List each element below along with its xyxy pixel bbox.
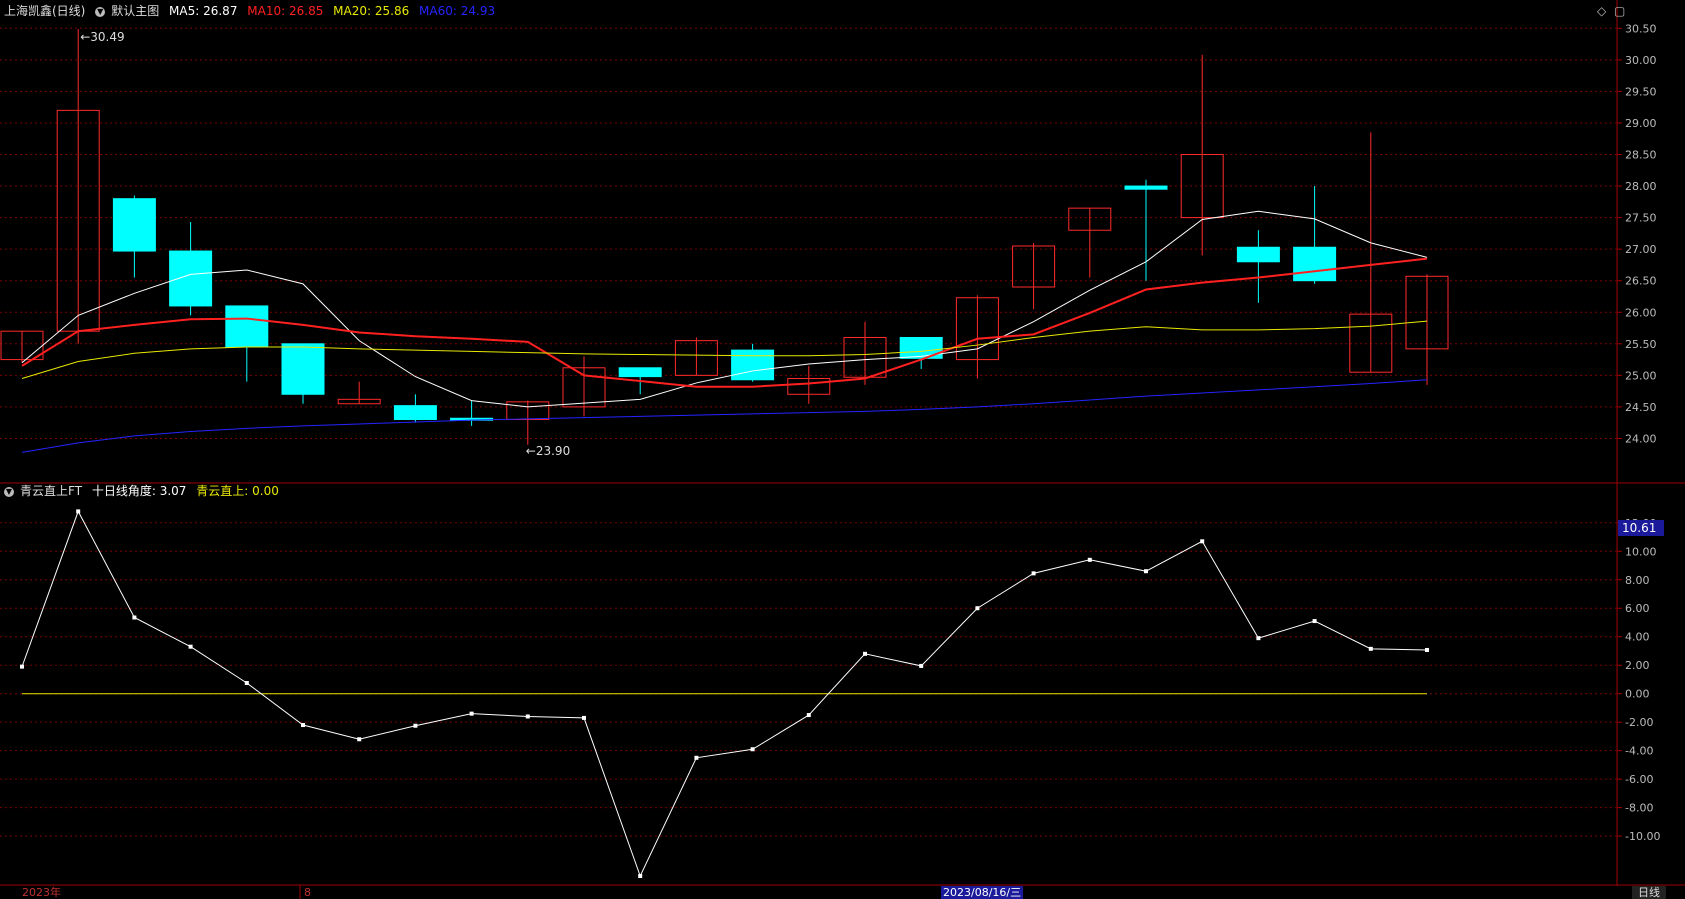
angle-point [413, 723, 418, 728]
candle-body [281, 343, 325, 395]
diamond-icon[interactable]: ◇ [1597, 4, 1606, 18]
angle-point [188, 644, 193, 649]
angle-point [1312, 619, 1317, 624]
angle-point [975, 606, 980, 611]
ma5-label: MA5: 26.87 [169, 4, 238, 18]
angle-point [1031, 571, 1036, 576]
indicator-tick-label: -10.00 [1625, 830, 1660, 843]
candle-body [1236, 246, 1280, 263]
ma60-label: MA60: 24.93 [419, 4, 496, 18]
chart-stage[interactable]: 24.00 24.50 25.00 25.50 26.00 26.50 27.00 27.50… [0, 0, 1685, 899]
high-price-label: ←30.49 [80, 30, 124, 44]
candle-body [112, 198, 156, 252]
dropdown-icon[interactable]: ▼ [95, 6, 106, 17]
angle-point [1144, 569, 1148, 574]
indicator-tick-label: 0.00 [1625, 688, 1650, 701]
angle-point [694, 755, 699, 760]
indicator-tick-label: -4.00 [1625, 745, 1653, 758]
ma20-label: MA20: 25.86 [333, 4, 410, 18]
indicator-tick-label: -6.00 [1625, 773, 1653, 786]
price-tick-label: 26.00 [1625, 306, 1657, 319]
angle-point [750, 747, 755, 752]
price-tick-label: 29.00 [1625, 117, 1657, 130]
indicator-tick-label: -8.00 [1625, 802, 1653, 815]
candle-body [169, 250, 213, 307]
price-tick-label: 27.00 [1625, 243, 1657, 256]
angle-point [20, 664, 24, 669]
angle-point [806, 713, 811, 718]
angle-point [582, 715, 586, 720]
signal-label: 青云直上: 0.00 [196, 484, 279, 498]
ma60-line [21, 379, 1428, 453]
maximize-icon[interactable]: ▢ [1614, 4, 1625, 18]
indicator-value-text: 10.61 [1622, 521, 1656, 535]
angle-point [1087, 557, 1092, 562]
price-tick-label: 27.50 [1625, 212, 1657, 225]
main-chart-header: 上海凯鑫(日线) ▼ 默认主图 MA5: 26.87 MA10: 26.85 MA… [4, 4, 501, 18]
candle-body [393, 405, 437, 421]
angle-point [244, 681, 249, 686]
indicator-tick-label: 8.00 [1625, 574, 1650, 587]
indicator-tick-label: 2.00 [1625, 659, 1650, 672]
template-name[interactable]: 默认主图 [111, 4, 159, 18]
indicator-header: ▼ 青云直上FT 十日线角度: 3.07 青云直上: 0.00 [4, 484, 285, 498]
angle-point [357, 737, 362, 742]
angle-point [76, 509, 81, 514]
cursor-date-label: 2023/08/16/三 [941, 886, 1024, 899]
price-tick-label: 30.50 [1625, 22, 1657, 35]
candle-body [618, 367, 662, 378]
chart-canvas[interactable]: 24.00 24.50 25.00 25.50 26.00 26.50 27.00 27.50… [0, 0, 1685, 899]
indicator-tick-label: -2.00 [1625, 716, 1653, 729]
period-button[interactable]: 日线 [1632, 886, 1666, 899]
price-tick-label: 28.00 [1625, 180, 1657, 193]
angle-point [1200, 539, 1205, 544]
angle-point [525, 714, 530, 719]
indicator-tick-label: 6.00 [1625, 602, 1650, 615]
angle-point [1425, 647, 1429, 652]
angle-point [919, 663, 924, 668]
price-tick-label: 28.50 [1625, 149, 1657, 162]
angle-point [469, 711, 474, 716]
angle-point [638, 874, 643, 878]
indicator-tick-label: 10.00 [1625, 545, 1657, 558]
indicator-name[interactable]: 青云直上FT [20, 484, 82, 498]
price-tick-label: 30.00 [1625, 54, 1657, 67]
month-label: 8 [304, 886, 311, 899]
ma10-label: MA10: 26.85 [247, 4, 324, 18]
low-price-label: ←23.90 [526, 444, 570, 458]
candle-body [1293, 246, 1337, 282]
time-axis-bar: 2023年 8 2023/08/16/三 日线 [0, 886, 1685, 899]
indicator-tick-label: 4.00 [1625, 631, 1650, 644]
year-label: 2023年 [22, 886, 61, 899]
angle-point [1256, 636, 1261, 641]
angle-point [301, 723, 305, 728]
price-tick-label: 24.00 [1625, 432, 1657, 445]
stock-title[interactable]: 上海凯鑫(日线) [4, 4, 85, 18]
angle-label: 十日线角度: 3.07 [91, 484, 187, 498]
candle-body [1124, 185, 1168, 190]
dropdown-icon[interactable]: ▼ [4, 486, 14, 497]
angle-point [1368, 646, 1373, 651]
candle-body [731, 349, 775, 381]
price-tick-label: 29.50 [1625, 85, 1657, 98]
angle-point [863, 651, 867, 656]
price-tick-label: 25.00 [1625, 369, 1657, 382]
price-tick-label: 25.50 [1625, 338, 1657, 351]
price-tick-label: 26.50 [1625, 275, 1657, 288]
price-tick-label: 24.50 [1625, 401, 1657, 414]
candle-body [225, 305, 269, 348]
angle-point [132, 615, 137, 620]
